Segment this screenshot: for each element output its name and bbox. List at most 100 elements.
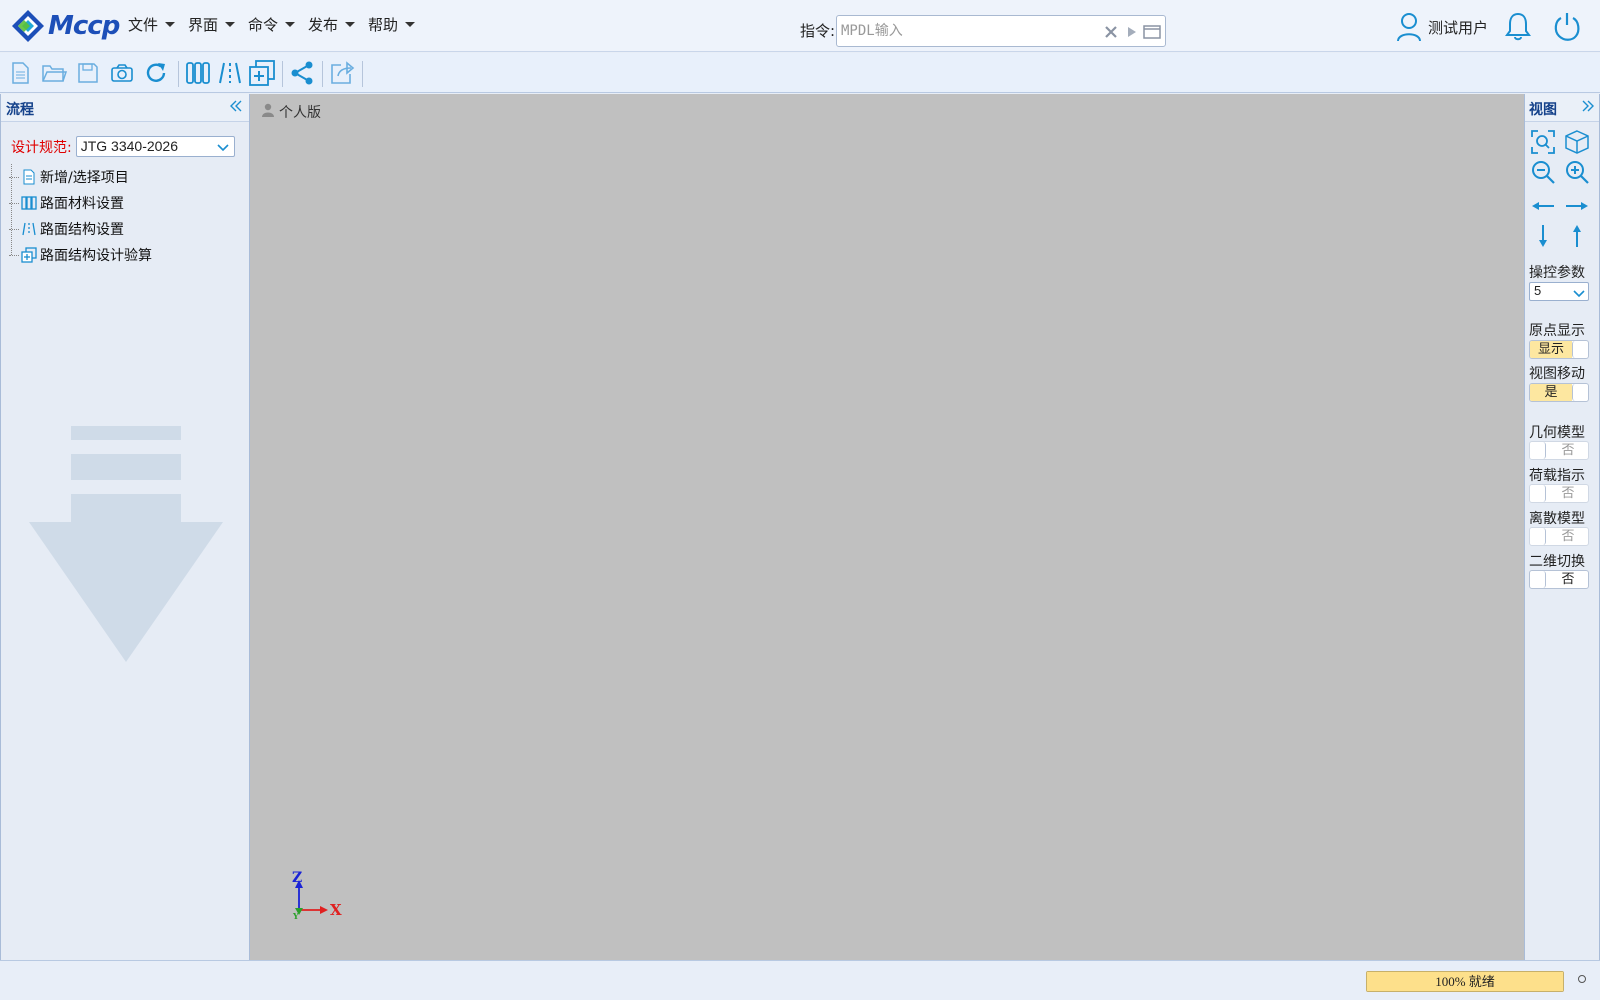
geometry-model-toggle[interactable]: 否 [1529,441,1589,460]
user-icon [1397,13,1421,42]
menu-command[interactable]: 命令 [248,14,296,35]
view-panel-header: 视图 [1525,94,1599,122]
progress-bar: 100% 就绪 [1366,971,1564,992]
refresh-icon[interactable] [142,59,170,87]
columns-icon [21,195,37,211]
progress-text: 100% 就绪 [1435,974,1495,989]
new-file-icon[interactable] [6,59,34,87]
load-indicator-toggle[interactable]: 否 [1529,484,1589,503]
toggle-state: 否 [1561,572,1575,587]
toggle-state: 否 [1561,529,1575,544]
caret-down-icon [225,22,236,27]
status-bar: 100% 就绪 [0,960,1600,1000]
tree-item-label: 路面结构设计验算 [40,248,152,264]
geometry-model-label: 几何模型 [1529,425,1585,441]
caret-down-icon [285,22,296,27]
material-columns-icon[interactable] [184,59,212,87]
pan-right-icon[interactable] [1563,192,1591,220]
2d-switch-toggle[interactable]: 否 [1529,570,1589,589]
camera-icon[interactable] [108,59,136,87]
tree-item-new-project[interactable]: 新增/选择项目 [9,164,152,190]
logo-icon [12,10,44,42]
tree-item-materials[interactable]: 路面材料设置 [9,190,152,216]
tree-item-label: 路面材料设置 [40,196,124,212]
save-icon[interactable] [74,59,102,87]
3d-viewport[interactable]: 个人版 Z X Y [250,94,1524,960]
zoom-fit-icon[interactable] [1529,128,1557,156]
discrete-model-toggle[interactable]: 否 [1529,527,1589,546]
view-panel: 视图 操控参数 5 原点显示 显示 视图移动 是 几何模型 否 荷载指示 否 离… [1524,94,1600,960]
view-move-toggle[interactable]: 是 [1529,383,1589,402]
zoom-out-icon[interactable] [1529,158,1557,186]
chevron-down-icon [217,141,229,157]
caret-down-icon [405,22,416,27]
menu-file[interactable]: 文件 [128,14,176,35]
tree-item-structure[interactable]: 路面结构设置 [9,216,152,242]
spec-select[interactable]: JTG 3340-2026 [75,136,235,157]
open-folder-icon[interactable] [40,59,68,87]
workflow-panel-header: 流程 [1,94,249,122]
tree-item-design-check[interactable]: 路面结构设计验算 [9,242,152,268]
discrete-model-label: 离散模型 [1529,511,1585,527]
menu-publish-label: 发布 [308,16,339,34]
workflow-title: 流程 [6,102,34,118]
tree-item-label: 新增/选择项目 [40,170,129,186]
view-move-label: 视图移动 [1529,366,1585,382]
structure-lines-icon[interactable] [216,59,244,87]
power-icon[interactable] [1553,11,1581,45]
load-indicator-label: 荷载指示 [1529,468,1585,484]
document-icon [21,169,37,185]
control-param-select[interactable]: 5 [1529,282,1589,301]
caret-down-icon [165,22,176,27]
edition-label: 个人版 [279,105,321,121]
command-input[interactable] [841,20,1091,42]
share-icon[interactable] [288,59,316,87]
toggle-state: 否 [1561,443,1575,458]
status-indicator-icon [1578,975,1586,983]
axis-y-label: Y [292,911,299,920]
control-param-label: 操控参数 [1529,265,1585,281]
user-menu[interactable]: 测试用户 [1396,12,1488,42]
export-icon[interactable] [328,59,356,87]
toolbar-separator [178,61,179,87]
workflow-panel: 流程 设计规范: JTG 3340-2026 新增/选择项目 路面材料设置 路面… [0,94,250,960]
pan-left-icon[interactable] [1529,192,1557,220]
workflow-tree: 新增/选择项目 路面材料设置 路面结构设置 路面结构设计验算 [9,164,152,268]
chevron-down-icon [1573,287,1585,303]
origin-axes-icon [870,434,960,528]
menu-publish[interactable]: 发布 [308,14,356,35]
user-name: 测试用户 [1428,18,1489,37]
zoom-in-icon[interactable] [1563,158,1591,186]
toolbar-separator [322,61,323,87]
2d-switch-label: 二维切换 [1529,554,1585,570]
collapse-right-icon[interactable] [1581,98,1595,118]
spec-label: 设计规范: [11,139,72,156]
collapse-left-icon[interactable] [229,98,243,118]
logo-text: Mccp [48,11,120,41]
toggle-state: 否 [1561,486,1575,501]
3d-cube-icon[interactable] [1563,128,1591,156]
menu-help-label: 帮助 [368,16,399,34]
clear-icon[interactable] [1101,22,1121,42]
origin-display-toggle[interactable]: 显示 [1529,340,1589,359]
bell-icon[interactable] [1505,11,1531,45]
pan-up-icon[interactable] [1563,222,1591,250]
command-box [836,15,1166,47]
origin-display-label: 原点显示 [1529,323,1585,339]
run-icon[interactable] [1121,22,1141,42]
design-check-icon[interactable] [248,59,276,87]
window-icon[interactable] [1142,22,1162,42]
tree-item-label: 路面结构设置 [40,222,124,238]
toolbar-separator [362,61,363,87]
toolbar-separator [282,61,283,87]
axis-triad-icon: Z X Y [292,870,348,924]
view-title: 视图 [1529,102,1557,118]
toolbar [0,53,1600,93]
pan-down-icon[interactable] [1529,222,1557,250]
menu-interface-label: 界面 [188,16,219,34]
command-label: 指令: [800,22,836,40]
menu-file-label: 文件 [128,16,159,34]
menu-interface[interactable]: 界面 [188,14,236,35]
app-logo: Mccp [10,8,120,44]
menu-help[interactable]: 帮助 [368,14,416,35]
